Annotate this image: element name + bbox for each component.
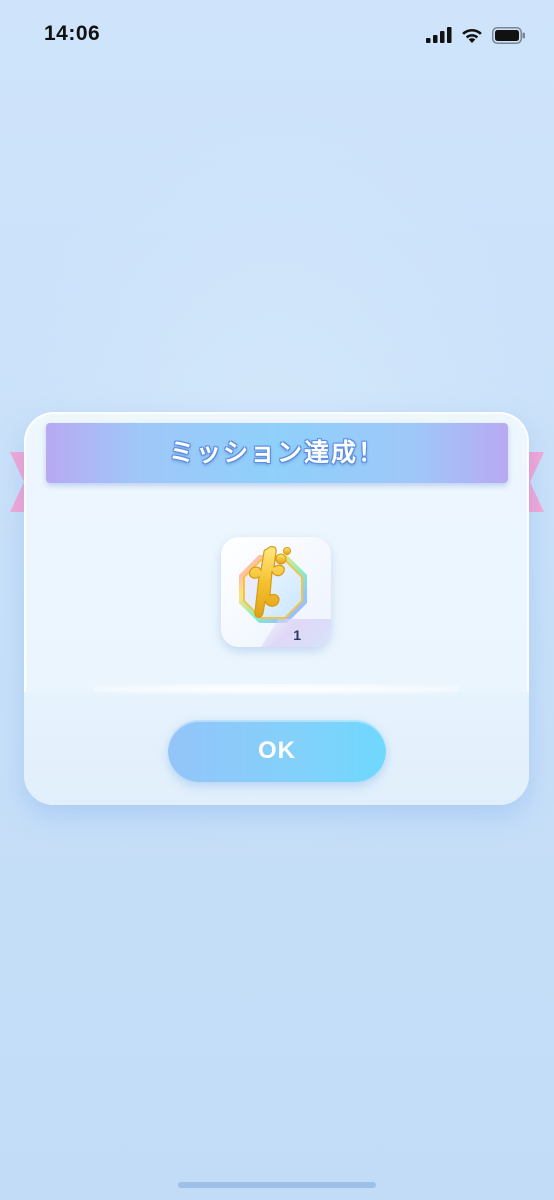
dialog-title: ミッション達成！ <box>168 438 385 467</box>
cellular-signal-icon <box>426 27 452 43</box>
battery-icon <box>492 26 525 44</box>
divider-glow <box>94 684 459 694</box>
wifi-icon <box>462 28 482 43</box>
status-bar: 14:06 <box>0 0 554 70</box>
ok-button[interactable]: OK <box>168 720 386 782</box>
reward-count: 1 <box>293 627 301 643</box>
status-time: 14:06 <box>44 22 101 45</box>
title-ribbon: ミッション達成！ <box>46 423 508 483</box>
status-icons <box>426 26 526 44</box>
reward-item[interactable]: 1 <box>221 537 331 647</box>
home-indicator[interactable] <box>178 1182 376 1188</box>
